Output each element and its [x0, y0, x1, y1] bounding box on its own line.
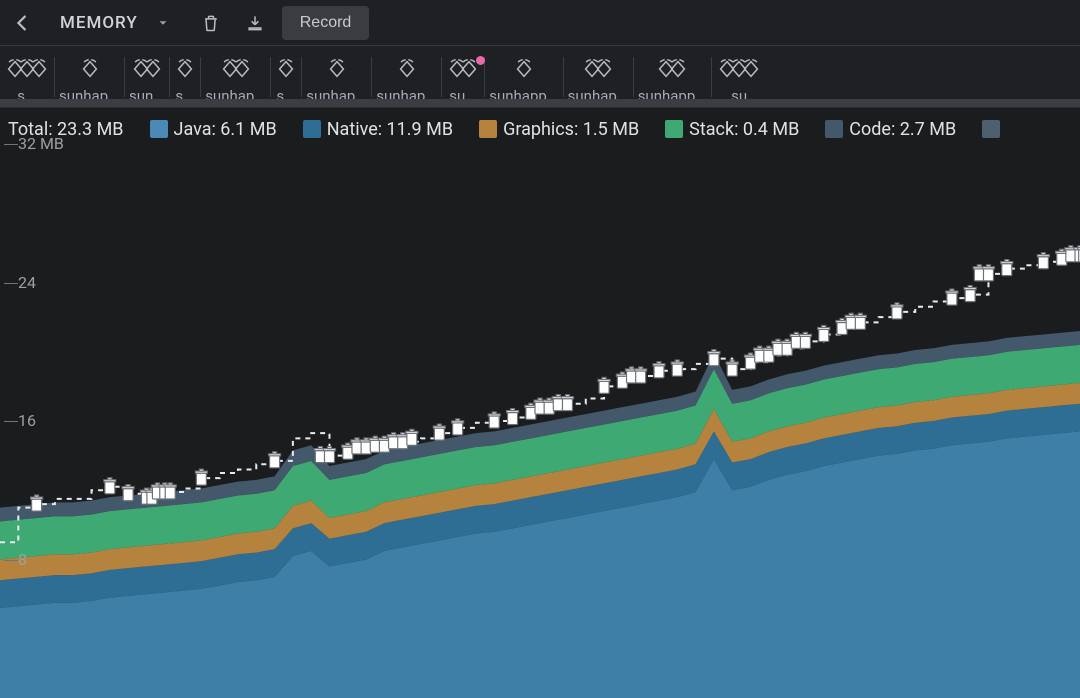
gc-event-icon: [671, 360, 683, 376]
gc-event-icon: [653, 362, 665, 378]
rotation-icon: [219, 57, 253, 85]
rotation-icon: [396, 57, 418, 85]
y-tick: [4, 283, 18, 284]
gc-event-icon: [708, 350, 720, 366]
record-indicator-icon: [476, 56, 485, 65]
gc-event-icon: [195, 469, 207, 485]
rotation-icon: [174, 57, 196, 85]
legend-item: Graphics: 1.5 MB: [479, 119, 639, 140]
trash-icon: [201, 13, 221, 33]
y-axis-label: 8: [18, 550, 27, 569]
legend-item: [982, 120, 1006, 138]
export-button[interactable]: [238, 6, 272, 40]
gc-event-icon: [964, 286, 976, 302]
legend-swatch: [479, 120, 497, 138]
sessions-strip[interactable]: s...sunhap...sun...s...sunhap...s...sunh…: [0, 46, 1080, 108]
legend-swatch: [303, 120, 321, 138]
gc-event-icon: [1001, 260, 1013, 276]
memory-chart[interactable]: Total: 23.3 MB Java: 6.1 MBNative: 11.9 …: [0, 108, 1080, 698]
toolbar: MEMORY Record: [0, 0, 1080, 46]
gc-event-icon: [104, 478, 116, 494]
delete-button[interactable]: [194, 6, 228, 40]
chevron-down-icon: [156, 16, 170, 30]
gc-event-icon: [1037, 253, 1049, 269]
chart-legend: Total: 23.3 MB Java: 6.1 MBNative: 11.9 …: [0, 114, 1080, 144]
gc-event-icon: [726, 360, 738, 376]
rotation-icon: [581, 57, 615, 85]
dropdown-label: MEMORY: [60, 13, 138, 33]
gc-event-icon: [635, 367, 647, 383]
rotation-icon: [716, 57, 762, 85]
gc-event-icon: [31, 495, 43, 511]
download-icon: [245, 13, 265, 33]
gc-event-icon: [982, 265, 994, 281]
y-axis-label: 32 MB: [18, 134, 64, 153]
rotation-icon: [275, 57, 297, 85]
rotation-icon: [513, 57, 535, 85]
rotation-icon: [655, 57, 689, 85]
sessions-scrollbar[interactable]: [0, 99, 1080, 107]
gc-event-icon: [269, 452, 281, 468]
gc-event-icon: [507, 409, 519, 425]
chart-canvas: [0, 108, 1080, 698]
legend-item: Native: 11.9 MB: [303, 119, 453, 140]
legend-swatch: [150, 120, 168, 138]
y-tick: [4, 560, 18, 561]
rotation-icon: [4, 57, 50, 85]
rotation-icon: [130, 57, 164, 85]
gc-event-icon: [854, 313, 866, 329]
back-button[interactable]: [6, 6, 40, 40]
rotation-icon: [446, 57, 480, 85]
y-axis-label: 16: [18, 411, 36, 430]
legend-item: Stack: 0.4 MB: [665, 119, 799, 140]
rotation-icon: [79, 57, 101, 85]
legend-swatch: [665, 120, 683, 138]
gc-event-icon: [818, 325, 830, 341]
record-button[interactable]: Record: [282, 6, 370, 40]
gc-event-icon: [561, 395, 573, 411]
legend-item: Java: 6.1 MB: [150, 119, 277, 140]
y-tick: [4, 144, 18, 145]
gc-event-icon: [122, 485, 134, 501]
rotation-icon: [326, 57, 348, 85]
gc-event-icon: [946, 289, 958, 305]
profiler-dropdown[interactable]: MEMORY: [50, 6, 184, 40]
legend-swatch: [982, 120, 1000, 138]
gc-event-icon: [452, 419, 464, 435]
legend-swatch: [825, 120, 843, 138]
y-axis-label: 24: [18, 273, 36, 292]
gc-event-icon: [164, 483, 176, 499]
gc-event-icon: [433, 424, 445, 440]
gc-event-icon: [799, 332, 811, 348]
y-tick: [4, 421, 18, 422]
gc-event-icon: [598, 377, 610, 393]
gc-event-icon: [891, 303, 903, 319]
gc-event-icon: [323, 447, 335, 463]
legend-item: Code: 2.7 MB: [825, 119, 956, 140]
gc-event-icon: [406, 429, 418, 445]
gc-event-icon: [488, 412, 500, 428]
